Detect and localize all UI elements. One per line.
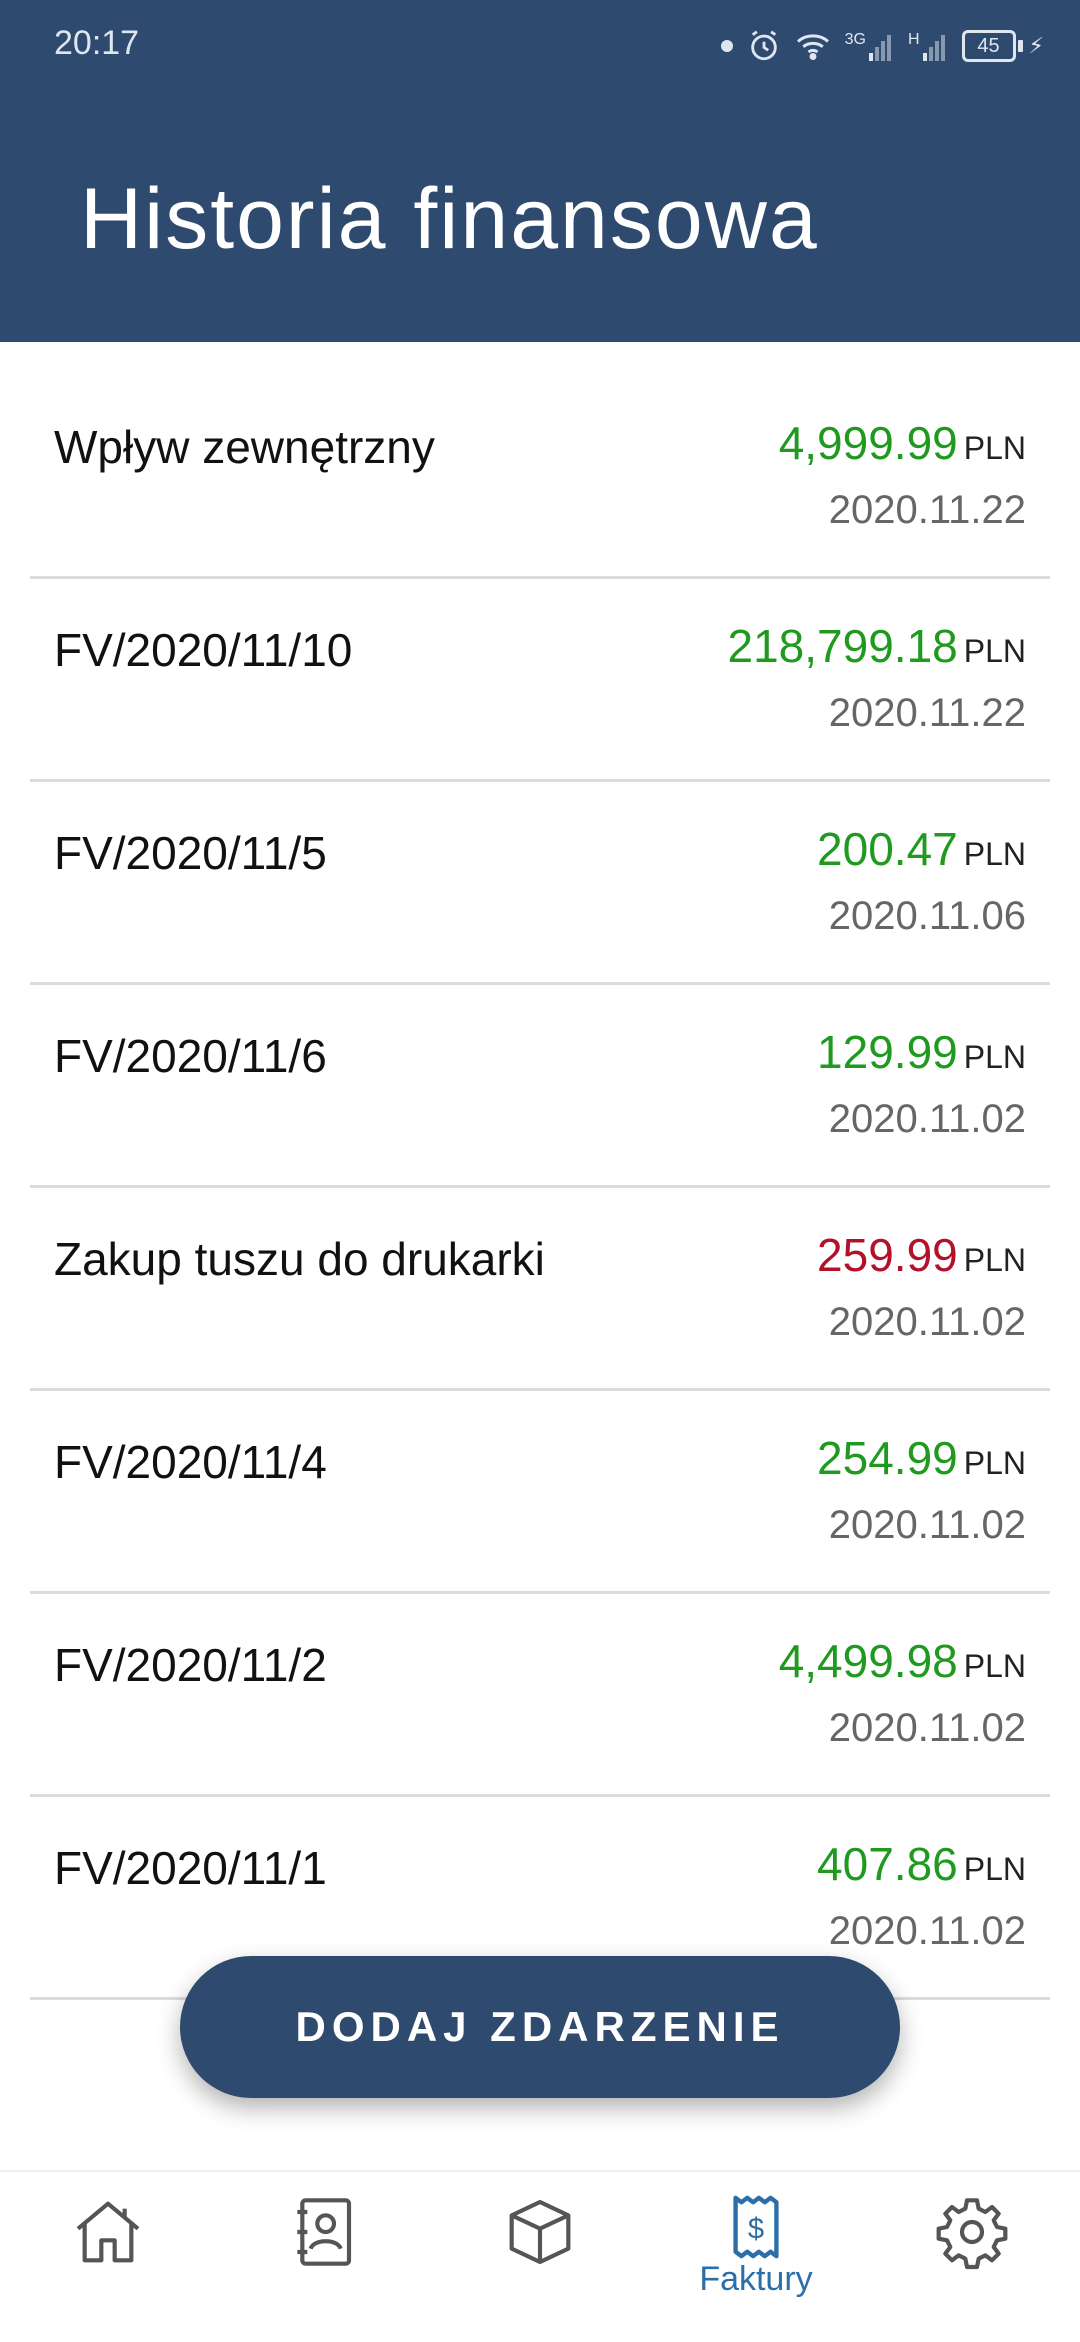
- transaction-name: Zakup tuszu do drukarki: [54, 1233, 545, 1285]
- transaction-date: 2020.11.02: [828, 1300, 1026, 1344]
- charging-bolt-icon: ⚡: [1028, 33, 1044, 58]
- transaction-name: Wpływ zewnętrzny: [54, 421, 435, 473]
- amount-currency: PLN: [963, 1851, 1026, 1887]
- transaction-amount: 254.99 PLN: [817, 1431, 1026, 1485]
- transaction-amount: 218,799.18 PLN: [728, 619, 1026, 673]
- bottom-navigation: $ Faktury: [0, 2170, 1080, 2342]
- status-icons: 3G H 45 ⚡: [720, 22, 1044, 70]
- transaction-amount: 259.99 PLN: [817, 1228, 1026, 1282]
- settings-gear-icon: [932, 2192, 1012, 2272]
- transaction-row[interactable]: Zakup tuszu do drukarki 259.99 PLN 2020.…: [30, 1188, 1050, 1391]
- transaction-date: 2020.11.02: [828, 1706, 1026, 1750]
- transaction-date: 2020.11.22: [828, 488, 1026, 532]
- invoice-receipt-icon: $: [721, 2192, 791, 2262]
- transaction-amount: 200.47 PLN: [817, 822, 1026, 876]
- transaction-date: 2020.11.02: [828, 1909, 1026, 1953]
- transaction-amount: 4,499.98 PLN: [779, 1634, 1026, 1688]
- transaction-row[interactable]: FV/2020/11/5 200.47 PLN 2020.11.06: [30, 782, 1050, 985]
- battery-level: 45: [961, 30, 1016, 62]
- amount-value: 259.99: [817, 1229, 958, 1281]
- amount-currency: PLN: [963, 633, 1026, 669]
- transaction-name: FV/2020/11/2: [54, 1639, 327, 1691]
- amount-currency: PLN: [963, 836, 1026, 872]
- page-title: Historia finansowa: [80, 171, 819, 267]
- transaction-date: 2020.11.06: [828, 894, 1026, 938]
- amount-value: 4,499.98: [778, 1635, 958, 1687]
- transaction-amount: 407.86 PLN: [817, 1837, 1026, 1891]
- transaction-amount: 4,999.99 PLN: [779, 416, 1026, 470]
- package-box-icon: [500, 2192, 580, 2272]
- status-time: 20:17: [54, 24, 140, 62]
- transaction-name: FV/2020/11/4: [54, 1436, 327, 1488]
- contacts-book-icon: [284, 2192, 364, 2272]
- app-header: 20:17 3G H 45 ⚡ Historia finansowa: [0, 0, 1080, 342]
- amount-currency: PLN: [963, 1445, 1026, 1481]
- transaction-list: Wpływ zewnętrzny 4,999.99 PLN 2020.11.22…: [30, 376, 1050, 2000]
- transaction-name: FV/2020/11/6: [54, 1030, 327, 1082]
- amount-value: 4,999.99: [778, 417, 958, 469]
- nav-contacts[interactable]: [254, 2192, 394, 2332]
- wifi-icon: [796, 34, 829, 60]
- amount-value: 254.99: [817, 1432, 958, 1484]
- alarm-icon: [750, 30, 777, 61]
- amount-currency: PLN: [963, 1648, 1026, 1684]
- nav-home[interactable]: [38, 2192, 178, 2332]
- add-event-button[interactable]: DODAJ ZDARZENIE: [180, 1956, 900, 2098]
- amount-currency: PLN: [963, 1242, 1026, 1278]
- battery-indicator: 45 ⚡: [961, 30, 1044, 62]
- nav-label-invoices: Faktury: [699, 2260, 813, 2298]
- network-3g-label: 3G: [844, 31, 866, 48]
- network-h-label: H: [907, 31, 920, 48]
- signal-h: H: [908, 31, 948, 61]
- amount-currency: PLN: [963, 1039, 1026, 1075]
- svg-text:$: $: [748, 2214, 764, 2246]
- home-icon: [68, 2192, 148, 2272]
- nav-invoices[interactable]: $ Faktury: [686, 2192, 826, 2332]
- amount-value: 407.86: [817, 1838, 958, 1890]
- transaction-name: FV/2020/11/10: [54, 624, 353, 676]
- transaction-row[interactable]: FV/2020/11/4 254.99 PLN 2020.11.02: [30, 1391, 1050, 1594]
- notification-dot-icon: [720, 40, 733, 52]
- battery-cap: [1017, 40, 1023, 52]
- transaction-row[interactable]: FV/2020/11/6 129.99 PLN 2020.11.02: [30, 985, 1050, 1188]
- transaction-amount: 129.99 PLN: [817, 1025, 1026, 1079]
- transaction-date: 2020.11.22: [828, 691, 1026, 735]
- nav-products[interactable]: [470, 2192, 610, 2332]
- transaction-name: FV/2020/11/1: [54, 1842, 327, 1894]
- amount-value: 129.99: [817, 1026, 958, 1078]
- transaction-row[interactable]: Wpływ zewnętrzny 4,999.99 PLN 2020.11.22: [30, 376, 1050, 579]
- amount-value: 218,799.18: [727, 620, 958, 672]
- signal-bars-icon: [922, 35, 945, 61]
- transaction-name: FV/2020/11/5: [54, 827, 327, 879]
- transaction-row[interactable]: FV/2020/11/10 218,799.18 PLN 2020.11.22: [30, 579, 1050, 782]
- signal-bars-icon: [868, 35, 891, 61]
- transaction-date: 2020.11.02: [828, 1503, 1026, 1547]
- amount-value: 200.47: [817, 823, 958, 875]
- signal-3g: 3G: [845, 31, 894, 61]
- nav-settings[interactable]: [902, 2192, 1042, 2332]
- amount-currency: PLN: [963, 430, 1026, 466]
- transaction-date: 2020.11.02: [828, 1097, 1026, 1141]
- transaction-row[interactable]: FV/2020/11/2 4,499.98 PLN 2020.11.02: [30, 1594, 1050, 1797]
